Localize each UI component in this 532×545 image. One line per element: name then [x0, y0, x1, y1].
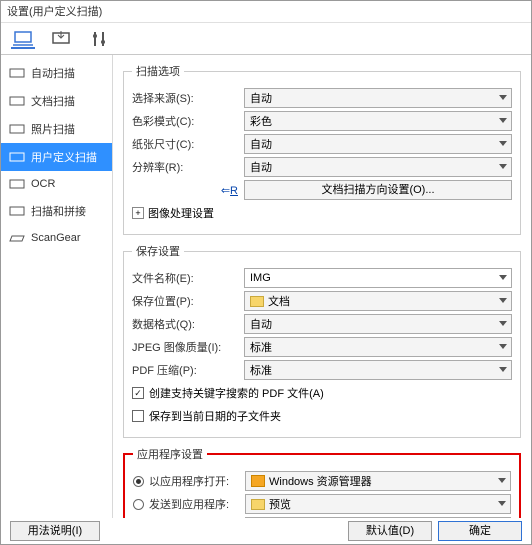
kw-pdf-checkbox[interactable]: ✓创建支持关键字搜索的 PDF 文件(A) — [132, 383, 512, 403]
send-folder-select[interactable]: OneDrive — [245, 517, 511, 518]
location-label: 保存位置(P): — [132, 293, 244, 309]
format-select[interactable]: 自动 — [244, 314, 512, 334]
color-select[interactable]: 彩色 — [244, 111, 512, 131]
sidebar-item-label: 扫描和拼接 — [31, 203, 86, 219]
sidebar-item-label: 文档扫描 — [31, 93, 75, 109]
save-settings-group: 保存设置 文件名称(E): IMG 保存位置(P): 文档 数据格式(Q): 自… — [123, 243, 521, 438]
sidebar-item-stitch[interactable]: 扫描和拼接 — [1, 197, 112, 225]
ok-button[interactable]: 确定 — [438, 521, 522, 541]
sidebar-item-label: 用户定义扫描 — [31, 149, 97, 165]
tab-from-computer-icon[interactable] — [11, 29, 35, 49]
plus-icon[interactable]: + — [132, 207, 144, 219]
chevron-down-icon — [499, 118, 507, 123]
checkbox-icon — [132, 410, 144, 422]
res-label: 分辨率(R): — [132, 159, 244, 175]
sidebar: 自动扫描 文档扫描 照片扫描 用户定义扫描 OCR 扫描和拼接 ScanGear — [1, 55, 113, 518]
app-settings-group: 应用程序设置 以应用程序打开: Windows 资源管理器 发送到应用程序: 预… — [123, 446, 521, 518]
scanner-icon — [9, 204, 25, 218]
source-label: 选择来源(S): — [132, 90, 244, 106]
paper-select[interactable]: 自动 — [244, 134, 512, 154]
filename-label: 文件名称(E): — [132, 270, 244, 286]
color-label: 色彩模式(C): — [132, 113, 244, 129]
window-title: 设置(用户定义扫描) — [1, 1, 531, 23]
chevron-down-icon — [499, 298, 507, 303]
send-app-select[interactable]: 预览 — [245, 494, 511, 514]
chevron-down-icon — [499, 141, 507, 146]
res-select[interactable]: 自动 — [244, 157, 512, 177]
save-legend: 保存设置 — [132, 243, 184, 259]
sidebar-item-photo[interactable]: 照片扫描 — [1, 115, 112, 143]
scanner-icon — [9, 177, 25, 191]
jpeg-select[interactable]: 标准 — [244, 337, 512, 357]
folder-icon — [251, 499, 265, 510]
filename-input[interactable]: IMG — [244, 268, 512, 288]
chevron-down-icon — [499, 344, 507, 349]
format-label: 数据格式(Q): — [132, 316, 244, 332]
paper-label: 纸张尺寸(C): — [132, 136, 244, 152]
dialog-footer: 用法说明(I) 默认值(D) 确定 — [0, 521, 532, 541]
sidebar-item-label: ScanGear — [31, 232, 81, 244]
source-select[interactable]: 自动 — [244, 88, 512, 108]
chevron-down-icon — [499, 164, 507, 169]
help-button[interactable]: 用法说明(I) — [10, 521, 100, 541]
sidebar-item-auto[interactable]: 自动扫描 — [1, 59, 112, 87]
chevron-down-icon — [499, 321, 507, 326]
radio-open-with[interactable]: 以应用程序打开: — [133, 473, 245, 489]
imgproc-label: 图像处理设置 — [148, 205, 214, 221]
jpeg-label: JPEG 图像质量(I): — [132, 339, 244, 355]
top-tab-strip — [1, 23, 531, 55]
sidebar-item-label: 照片扫描 — [31, 121, 75, 137]
chevron-down-icon — [499, 275, 507, 280]
sidebar-item-label: OCR — [31, 178, 55, 190]
scanner-icon — [9, 150, 25, 164]
scan-options-group: 扫描选项 选择来源(S): 自动 色彩模式(C): 彩色 纸张尺寸(C): 自动… — [123, 63, 521, 235]
defaults-button[interactable]: 默认值(D) — [348, 521, 432, 541]
folder-icon — [250, 296, 264, 307]
app-legend: 应用程序设置 — [133, 446, 207, 462]
sidebar-item-document[interactable]: 文档扫描 — [1, 87, 112, 115]
scanner-flat-icon — [9, 231, 25, 245]
sidebar-item-custom[interactable]: 用户定义扫描 — [1, 143, 112, 171]
scanner-icon — [9, 94, 25, 108]
chevron-down-icon — [499, 367, 507, 372]
scanner-icon — [9, 66, 25, 80]
radio-send-app[interactable]: 发送到应用程序: — [133, 496, 245, 512]
scan-options-legend: 扫描选项 — [132, 63, 184, 79]
tab-to-computer-icon[interactable] — [49, 29, 73, 49]
scanner-icon — [9, 122, 25, 136]
subfolder-checkbox[interactable]: 保存到当前日期的子文件夹 — [132, 406, 512, 426]
chevron-down-icon — [498, 501, 506, 506]
app-icon — [251, 475, 265, 487]
pdf-label: PDF 压缩(P): — [132, 362, 244, 378]
sidebar-item-label: 自动扫描 — [31, 65, 75, 81]
pdf-select[interactable]: 标准 — [244, 360, 512, 380]
tab-settings-icon[interactable] — [87, 29, 111, 49]
sidebar-item-ocr[interactable]: OCR — [1, 171, 112, 197]
checkbox-checked-icon: ✓ — [132, 387, 144, 399]
reset-link[interactable]: ⇐ — [221, 185, 230, 197]
chevron-down-icon — [498, 478, 506, 483]
chevron-down-icon — [499, 95, 507, 100]
open-with-select[interactable]: Windows 资源管理器 — [245, 471, 511, 491]
reset-link-r[interactable]: R — [230, 185, 238, 197]
right-pane: 扫描选项 选择来源(S): 自动 色彩模式(C): 彩色 纸张尺寸(C): 自动… — [113, 55, 531, 518]
location-select[interactable]: 文档 — [244, 291, 512, 311]
orientation-button[interactable]: 文档扫描方向设置(O)... — [244, 180, 512, 200]
sidebar-item-scangear[interactable]: ScanGear — [1, 225, 112, 251]
